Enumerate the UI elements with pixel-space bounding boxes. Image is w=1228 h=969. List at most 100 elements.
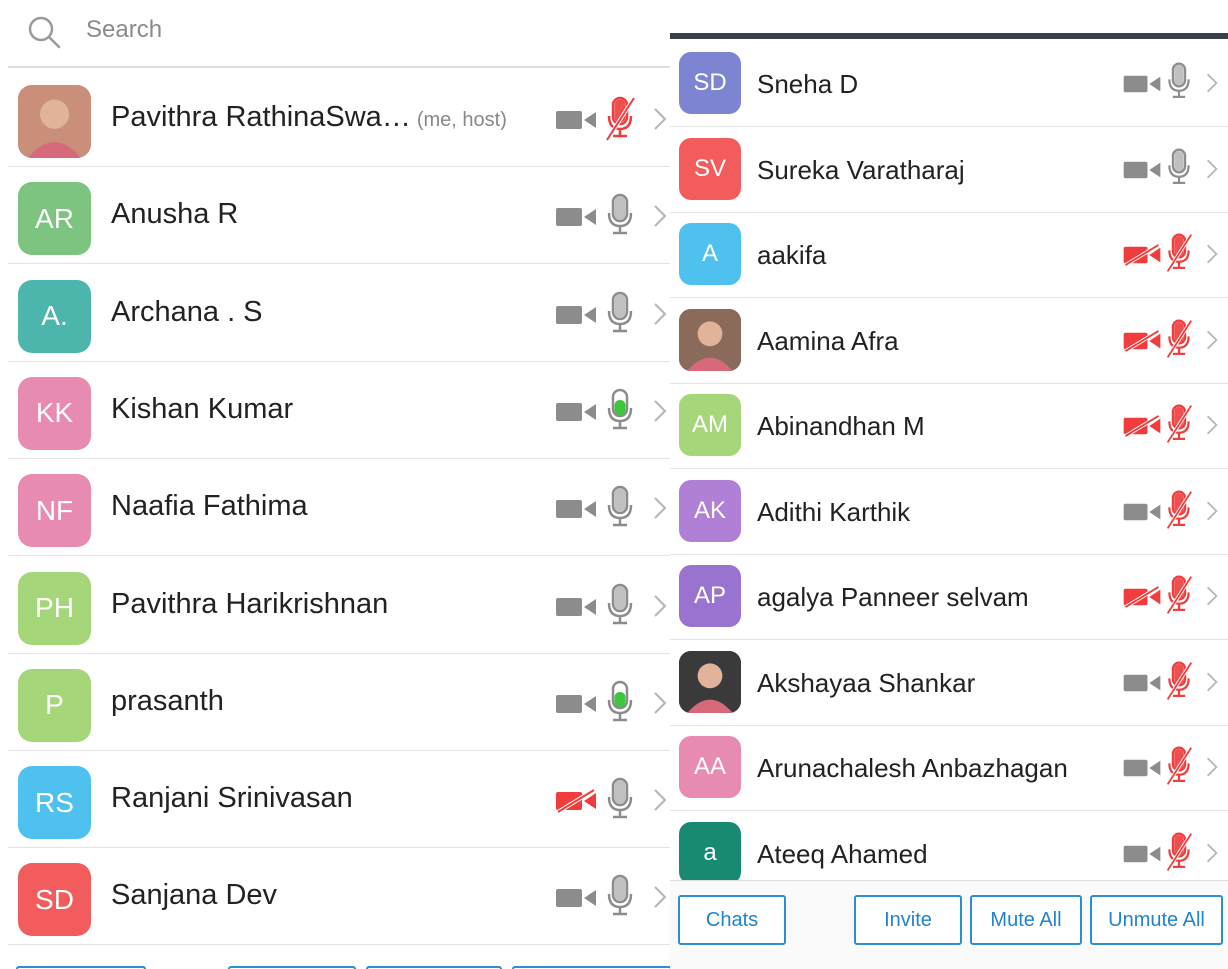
participant-row[interactable]: PH Pavithra Harikrishnan: [8, 557, 672, 654]
video-icon[interactable]: [1122, 73, 1162, 95]
mic-icon[interactable]: [604, 484, 636, 532]
avatar-initials: AM: [692, 411, 728, 438]
avatar: AP: [679, 565, 741, 627]
video-icon[interactable]: [1122, 672, 1162, 694]
chats-button[interactable]: Chats: [678, 895, 786, 945]
participant-row[interactable]: NF Naafia Fathima: [8, 459, 672, 557]
participant-row[interactable]: RS Ranjani Srinivasan: [8, 751, 672, 849]
mute-all-button[interactable]: Mute All: [970, 895, 1082, 945]
chevron-right-icon[interactable]: [652, 106, 668, 132]
mic-muted-icon[interactable]: [1165, 318, 1193, 360]
video-icon[interactable]: [1122, 159, 1162, 181]
avatar-photo: [679, 308, 741, 371]
video-icon[interactable]: [553, 400, 599, 424]
chevron-right-icon[interactable]: [652, 495, 668, 521]
participant-row[interactable]: SD Sanjana Dev: [8, 848, 672, 946]
participant-row[interactable]: KK Kishan Kumar: [8, 362, 672, 459]
mic-muted-icon[interactable]: [1165, 574, 1193, 616]
chevron-right-icon[interactable]: [652, 787, 668, 813]
participants-panel-right: SD Sneha D SV Sureka Varatharaj Aaakifa Aa…: [670, 0, 1228, 969]
mic-speaking-icon[interactable]: [604, 679, 636, 727]
participant-row[interactable]: AK Adithi Karthik: [670, 469, 1228, 555]
mic-muted-icon[interactable]: [1165, 831, 1193, 873]
chevron-right-icon[interactable]: [1205, 841, 1219, 865]
invite-button[interactable]: Invite: [854, 895, 962, 945]
video-off-icon[interactable]: [1122, 585, 1162, 609]
mic-muted-icon[interactable]: [604, 95, 636, 143]
video-off-icon[interactable]: [1122, 243, 1162, 267]
participant-row[interactable]: SV Sureka Varatharaj: [670, 127, 1228, 213]
chevron-right-icon[interactable]: [1205, 242, 1219, 266]
chevron-right-icon[interactable]: [652, 398, 668, 424]
avatar: a: [679, 821, 741, 884]
avatar-initials: A.: [41, 300, 68, 332]
video-icon[interactable]: [1122, 843, 1162, 865]
mic-muted-icon[interactable]: [1165, 660, 1193, 702]
avatar: AR: [18, 182, 91, 256]
video-off-icon[interactable]: [1122, 328, 1162, 353]
chevron-right-icon[interactable]: [652, 884, 668, 910]
chevron-right-icon[interactable]: [1205, 157, 1219, 181]
participant-row[interactable]: Pavithra RathinaSwa… (me, host): [8, 70, 672, 167]
participant-row[interactable]: AM Abinandhan M: [670, 383, 1228, 469]
participant-row[interactable]: Aamina Afra: [670, 298, 1228, 384]
mic-icon[interactable]: [604, 873, 636, 921]
participant-row[interactable]: SD Sneha D: [670, 41, 1228, 127]
participant-row[interactable]: AP agalya Panneer selvam: [670, 554, 1228, 640]
participant-row[interactable]: Pprasanth: [8, 654, 672, 751]
mic-speaking-icon[interactable]: [604, 387, 636, 435]
avatar: NF: [18, 474, 91, 548]
participant-name: Aamina Afra: [757, 326, 899, 357]
video-icon[interactable]: [553, 303, 599, 327]
mic-muted-icon[interactable]: [1165, 403, 1193, 445]
mic-icon[interactable]: [604, 776, 636, 824]
search-input[interactable]: Search: [86, 16, 162, 44]
participant-name: Adithi Karthik: [757, 497, 910, 528]
video-icon[interactable]: [1122, 757, 1162, 779]
chevron-right-icon[interactable]: [652, 593, 668, 619]
video-off-icon[interactable]: [1122, 414, 1162, 438]
chevron-right-icon[interactable]: [1205, 755, 1219, 779]
video-icon[interactable]: [553, 108, 599, 132]
mic-icon[interactable]: [604, 192, 636, 240]
participant-name-text: Naafia Fathima: [111, 490, 308, 523]
chevron-right-icon[interactable]: [1205, 71, 1219, 95]
mic-muted-icon[interactable]: [1165, 489, 1193, 531]
chevron-right-icon[interactable]: [1205, 499, 1219, 523]
video-icon[interactable]: [553, 886, 599, 910]
participant-name: prasanth: [111, 685, 224, 718]
mic-icon[interactable]: [604, 290, 636, 338]
video-off-icon[interactable]: [553, 788, 599, 814]
video-icon[interactable]: [553, 692, 599, 716]
video-icon[interactable]: [553, 497, 599, 521]
participant-row[interactable]: AA Arunachalesh Anbazhagan: [670, 725, 1228, 811]
mic-muted-icon[interactable]: [1165, 232, 1193, 274]
mic-icon[interactable]: [1165, 147, 1193, 189]
participant-row[interactable]: AR Anusha R: [8, 167, 672, 265]
avatar-initials: a: [703, 838, 717, 866]
chevron-right-icon[interactable]: [652, 690, 668, 716]
participant-row[interactable]: Aaakifa: [670, 212, 1228, 298]
chevron-right-icon[interactable]: [652, 301, 668, 327]
video-icon[interactable]: [553, 595, 599, 619]
chevron-right-icon[interactable]: [1205, 328, 1219, 352]
chevron-right-icon[interactable]: [652, 203, 668, 229]
mic-icon[interactable]: [604, 582, 636, 630]
participant-name: Sneha D: [757, 69, 858, 100]
chevron-right-icon[interactable]: [1205, 670, 1219, 694]
mic-icon[interactable]: [1165, 61, 1193, 103]
chevron-right-icon[interactable]: [1205, 413, 1219, 437]
unmute-all-button[interactable]: Unmute All: [1090, 895, 1223, 945]
participant-name: Sanjana Dev: [111, 879, 277, 912]
mic-muted-icon[interactable]: [1165, 745, 1193, 787]
avatar: RS: [18, 766, 91, 840]
chevron-right-icon[interactable]: [1205, 584, 1219, 608]
participants-panel-left: Search Pavithra RathinaSwa… (me, host) AR…: [0, 0, 672, 969]
avatar-initials: SD: [35, 883, 74, 915]
participant-name-text: prasanth: [111, 684, 224, 717]
participant-row[interactable]: Akshayaa Shankar: [670, 640, 1228, 726]
participant-row[interactable]: A. Archana . S: [8, 265, 672, 362]
search-bar[interactable]: Search: [8, 0, 672, 68]
video-icon[interactable]: [553, 205, 599, 229]
video-icon[interactable]: [1122, 501, 1162, 523]
